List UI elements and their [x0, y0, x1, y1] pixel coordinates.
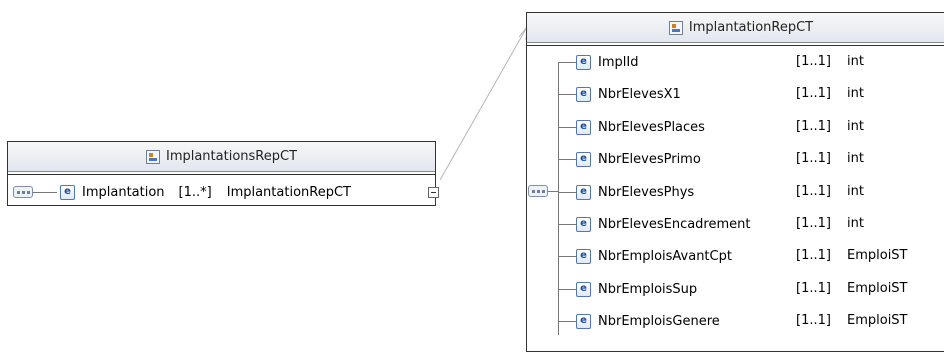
element-row[interactable]: e NbrElevesEncadrement [576, 214, 750, 234]
element-type: EmploiST [847, 281, 908, 296]
element-cardinality: [1..1] [796, 313, 831, 328]
element-name: ImplId [598, 54, 639, 70]
element-row[interactable]: e NbrEmploisSup [576, 279, 697, 299]
connector-line [558, 192, 576, 193]
sequence-icon[interactable] [528, 185, 548, 197]
element-name: NbrElevesEncadrement [598, 216, 751, 232]
element-type: int [847, 184, 864, 199]
element-cardinality: [1..1] [796, 216, 831, 231]
element-type: EmploiST [847, 248, 908, 263]
element-row[interactable]: e ImplId [576, 52, 638, 72]
element-icon: e [576, 184, 591, 200]
element-icon: e [576, 119, 591, 135]
complex-type-icon [145, 149, 160, 164]
element-type: int [847, 54, 864, 69]
element-cardinality: [1..1] [796, 119, 831, 134]
element-type: int [847, 86, 864, 101]
element-name: NbrElevesPrimo [598, 151, 701, 167]
connector-line [558, 224, 576, 225]
element-type: ImplantationRepCT [226, 184, 351, 200]
header-divider [527, 45, 944, 46]
connector-line [558, 94, 576, 95]
element-name: NbrElevesPlaces [598, 119, 705, 135]
element-name: Implantation [82, 184, 165, 200]
element-type: EmploiST [847, 313, 908, 328]
element-row[interactable]: e NbrElevesPlaces [576, 117, 705, 137]
complex-type-icon [668, 20, 683, 35]
element-icon: e [576, 281, 591, 297]
collapse-icon[interactable] [428, 187, 439, 198]
element-icon: e [576, 151, 591, 167]
element-name: NbrEmploisSup [598, 281, 698, 297]
implantations-rep-ct-header: ImplantationsRepCT [8, 142, 435, 172]
element-cardinality: [1..1] [796, 151, 831, 166]
element-type: int [847, 216, 864, 231]
element-name: NbrEmploisGenere [598, 313, 720, 329]
element-icon: e [576, 216, 591, 232]
implantations-rep-ct-title: ImplantationsRepCT [165, 149, 298, 164]
connector-line [558, 256, 576, 257]
element-icon: e [576, 86, 591, 102]
element-cardinality: [1..1] [796, 184, 831, 199]
sequence-bus-line [558, 62, 559, 335]
implantation-rep-ct-title: ImplantationRepCT [688, 20, 814, 35]
element-row[interactable]: e NbrEmploisAvantCpt [576, 246, 732, 266]
connector-line [33, 192, 57, 193]
element-type: int [847, 151, 864, 166]
connector-line [558, 321, 576, 322]
element-name: NbrElevesPhys [598, 184, 695, 200]
header-divider [8, 174, 435, 175]
connector-line [558, 289, 576, 290]
element-row[interactable]: e NbrElevesPrimo [576, 149, 701, 169]
connector-line [548, 191, 558, 192]
element-cardinality: [1..1] [796, 54, 831, 69]
element-cardinality: [1..*] [178, 184, 212, 200]
implantation-rep-ct-header: ImplantationRepCT [527, 13, 944, 43]
element-icon: e [576, 313, 591, 329]
element-icon: e [60, 184, 75, 200]
element-row[interactable]: e NbrEmploisGenere [576, 311, 720, 331]
element-name: NbrEmploisAvantCpt [598, 248, 732, 264]
element-row[interactable]: e NbrElevesX1 [576, 84, 681, 104]
element-cardinality: [1..1] [796, 248, 831, 263]
element-type: int [847, 119, 864, 134]
element-icon: e [576, 248, 591, 264]
sequence-icon[interactable] [13, 186, 33, 198]
connector-line [558, 127, 576, 128]
element-icon: e [576, 54, 591, 70]
connector-line [558, 62, 576, 63]
element-cardinality: [1..1] [796, 86, 831, 101]
element-row-implantation[interactable]: e Implantation [1..*] ImplantationRepCT [60, 182, 351, 202]
connector-line [558, 159, 576, 160]
element-cardinality: [1..1] [796, 281, 831, 296]
element-name: NbrElevesX1 [598, 86, 681, 102]
element-row[interactable]: e NbrElevesPhys [576, 182, 694, 202]
